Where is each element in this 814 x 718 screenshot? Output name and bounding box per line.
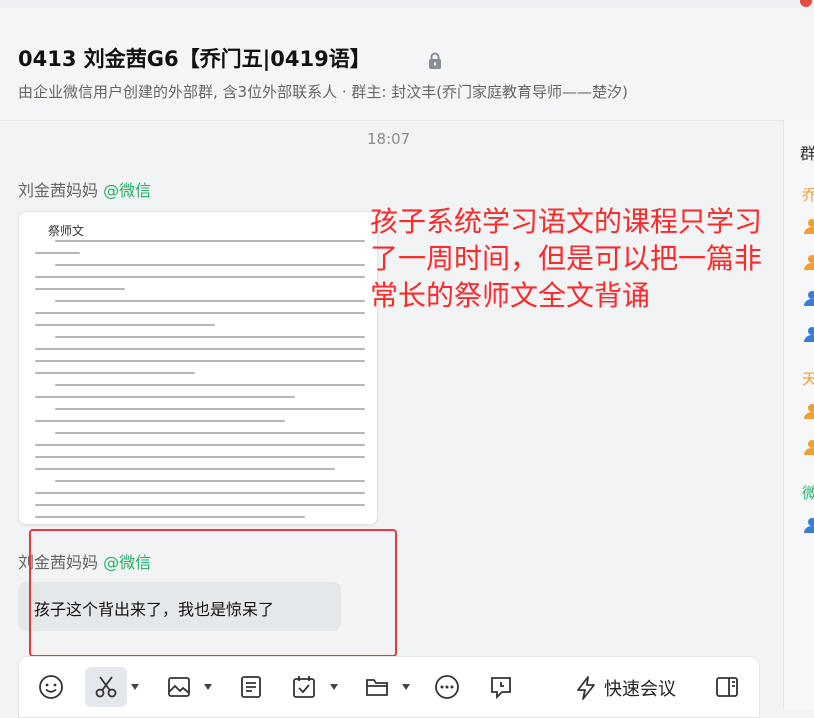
folder-dropdown-caret[interactable] bbox=[402, 684, 410, 690]
document-icon[interactable] bbox=[237, 673, 265, 701]
member-group-label: 天 bbox=[802, 370, 814, 388]
message-timestamp: 18:07 bbox=[367, 130, 411, 148]
sender-source: @微信 bbox=[103, 181, 152, 200]
member-group-label: 乔 bbox=[802, 186, 814, 204]
folder-icon[interactable] bbox=[363, 673, 391, 701]
overlay-annotation: 孩子系统学习语文的课程只学习了一周时间，但是可以把一篇非常长的祭师文全文背诵 bbox=[370, 205, 763, 312]
member-avatar-icon[interactable] bbox=[804, 218, 814, 234]
notification-badge bbox=[800, 0, 812, 7]
member-avatar-icon[interactable] bbox=[804, 403, 814, 419]
more-icon[interactable] bbox=[433, 673, 461, 701]
quick-meeting-button[interactable]: 快速会议 bbox=[574, 674, 676, 702]
image-message[interactable]: 祭师文 bbox=[18, 211, 378, 525]
member-avatar-icon[interactable] bbox=[804, 290, 814, 306]
members-heading: 群 bbox=[800, 144, 814, 163]
message-sender: 刘金茜妈妈 @微信 bbox=[18, 177, 151, 201]
chat-header: 0413 刘金茜G6【乔门五|0419语】 由企业微信用户创建的外部群, 含3位… bbox=[0, 8, 814, 121]
panel-icon[interactable] bbox=[713, 673, 741, 701]
chat-title[interactable]: 0413 刘金茜G6【乔门五|0419语】 bbox=[18, 43, 371, 73]
window-top-strip bbox=[0, 0, 814, 8]
schedule-icon[interactable] bbox=[290, 673, 318, 701]
emoji-icon[interactable] bbox=[37, 673, 65, 701]
lightning-icon bbox=[577, 676, 595, 700]
member-avatar-icon[interactable] bbox=[804, 439, 814, 455]
image-icon[interactable] bbox=[165, 673, 193, 701]
group-members-panel: 群 乔 天 微 bbox=[783, 120, 814, 709]
screenshot-icon[interactable] bbox=[85, 667, 127, 707]
member-group-label: 微 bbox=[802, 484, 814, 502]
screenshot-dropdown-caret[interactable] bbox=[131, 684, 139, 690]
schedule-dropdown-caret[interactable] bbox=[330, 684, 338, 690]
highlight-box bbox=[29, 529, 397, 657]
chat-icon[interactable] bbox=[487, 673, 515, 701]
image-dropdown-caret[interactable] bbox=[204, 684, 212, 690]
image-document-body bbox=[35, 240, 365, 524]
lock-icon bbox=[429, 52, 441, 69]
quick-meeting-label: 快速会议 bbox=[604, 679, 676, 700]
member-avatar-icon[interactable] bbox=[804, 326, 814, 342]
image-document-title: 祭师文 bbox=[48, 224, 85, 238]
sender-name[interactable]: 刘金茜妈妈 bbox=[18, 181, 98, 200]
member-avatar-icon[interactable] bbox=[804, 517, 814, 533]
chat-subtitle: 由企业微信用户创建的外部群, 含3位外部联系人 · 群主: 封汶丰(乔门家庭教育… bbox=[18, 83, 628, 101]
member-avatar-icon[interactable] bbox=[804, 254, 814, 270]
